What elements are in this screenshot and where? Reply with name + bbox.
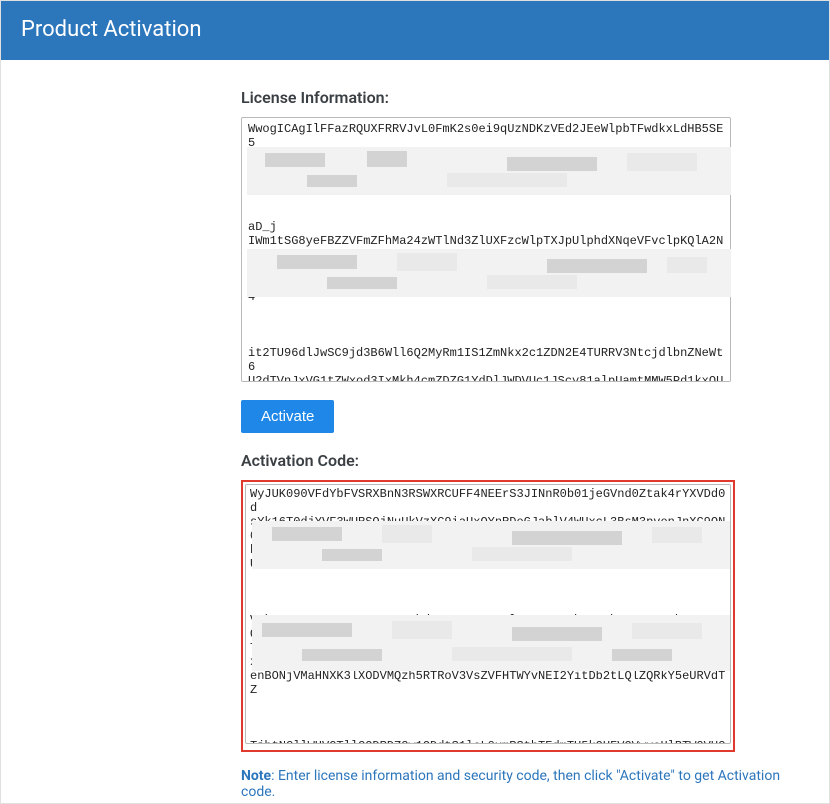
- page-title: Product Activation: [21, 17, 202, 42]
- product-activation-page: Product Activation License Information: …: [0, 0, 830, 804]
- note-row: Note: Enter license information and secu…: [241, 768, 809, 800]
- license-information-textarea[interactable]: [241, 117, 731, 382]
- license-information-label: License Information:: [241, 88, 809, 107]
- note-text: : Enter license information and security…: [241, 768, 780, 800]
- activate-button[interactable]: Activate: [241, 400, 334, 433]
- page-header: Product Activation: [1, 1, 829, 60]
- activation-code-highlight: [241, 480, 735, 752]
- activation-code-label: Activation Code:: [241, 451, 809, 470]
- activation-code-textarea[interactable]: [245, 484, 731, 744]
- note-label: Note: [241, 768, 271, 784]
- content-area: License Information: Activate Activation…: [1, 60, 829, 800]
